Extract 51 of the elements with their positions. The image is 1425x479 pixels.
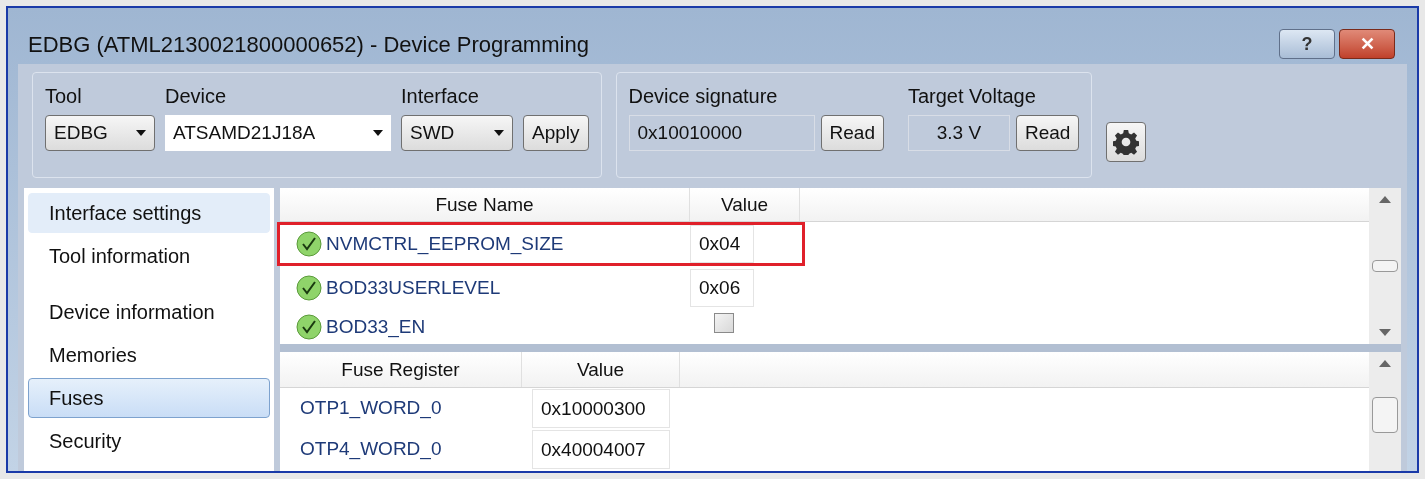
check-icon bbox=[296, 314, 322, 341]
column-header[interactable]: Fuse Register bbox=[280, 352, 522, 387]
fuse-name: BOD33_EN bbox=[326, 315, 426, 340]
register-name: OTP4_WORD_0 bbox=[299, 437, 443, 462]
scroll-up-icon[interactable] bbox=[1379, 360, 1391, 367]
scroll-thumb[interactable] bbox=[1372, 397, 1398, 433]
value-field[interactable]: 0x10000300 bbox=[532, 389, 670, 428]
sidebar-item[interactable]: Device information bbox=[28, 292, 270, 332]
close-button[interactable]: ✕ bbox=[1339, 29, 1395, 59]
scroll-up-icon[interactable] bbox=[1379, 196, 1391, 203]
scrollbar[interactable] bbox=[1369, 352, 1401, 471]
apply-button[interactable]: Apply bbox=[523, 115, 589, 151]
sidebar-item[interactable]: Security bbox=[28, 421, 270, 461]
fuse-name: BOD33USERLEVEL bbox=[326, 275, 501, 300]
dropdown[interactable]: SWD bbox=[401, 115, 513, 151]
value-field[interactable]: 0x04 bbox=[690, 225, 754, 263]
field-label: Target Voltage bbox=[907, 84, 1037, 109]
read-button[interactable]: Read bbox=[1015, 115, 1080, 151]
sidebar-item[interactable]: Memories bbox=[28, 335, 270, 375]
signature-field: 0x10010000 bbox=[628, 115, 815, 151]
column-header[interactable]: Value bbox=[522, 352, 680, 387]
sidebar-item[interactable]: Fuses bbox=[28, 378, 270, 418]
dropdown[interactable]: EDBG bbox=[45, 115, 155, 151]
check-icon bbox=[296, 275, 322, 301]
window-title: EDBG (ATML2130021800000652) - Device Programming bbox=[28, 30, 589, 59]
settings-button[interactable] bbox=[1106, 122, 1147, 162]
field-label: Interface bbox=[401, 84, 480, 109]
scrollbar[interactable] bbox=[1369, 188, 1401, 344]
dropdown-caret-icon bbox=[373, 130, 383, 136]
field-label: Device signature bbox=[628, 84, 779, 109]
field-label: Tool bbox=[45, 84, 83, 109]
value-field[interactable]: 0x06 bbox=[690, 269, 754, 307]
sidebar-item[interactable]: Interface settings bbox=[28, 193, 270, 233]
value-field[interactable]: 0x40004007 bbox=[532, 430, 670, 469]
checkbox[interactable] bbox=[714, 313, 734, 333]
help-button[interactable]: ? bbox=[1279, 29, 1335, 59]
dropdown-caret-icon bbox=[136, 130, 146, 136]
settings-icon bbox=[1113, 129, 1140, 155]
scroll-down-icon[interactable] bbox=[1379, 329, 1391, 336]
check-icon bbox=[296, 231, 322, 257]
voltage-field: 3.3 V bbox=[907, 115, 1010, 151]
read-button[interactable]: Read bbox=[820, 115, 884, 151]
dropdown-caret-icon bbox=[494, 130, 504, 136]
register-name: OTP1_WORD_0 bbox=[299, 396, 443, 421]
sidebar-item[interactable]: Tool information bbox=[28, 236, 270, 276]
field-label: Device bbox=[165, 84, 228, 109]
dropdown[interactable]: ATSAMD21J18A bbox=[165, 115, 391, 151]
column-header[interactable]: Value bbox=[690, 188, 800, 221]
column-header[interactable]: Fuse Name bbox=[280, 188, 690, 221]
scroll-thumb[interactable] bbox=[1372, 260, 1398, 272]
fuse-name: NVMCTRL_EEPROM_SIZE bbox=[326, 231, 564, 257]
